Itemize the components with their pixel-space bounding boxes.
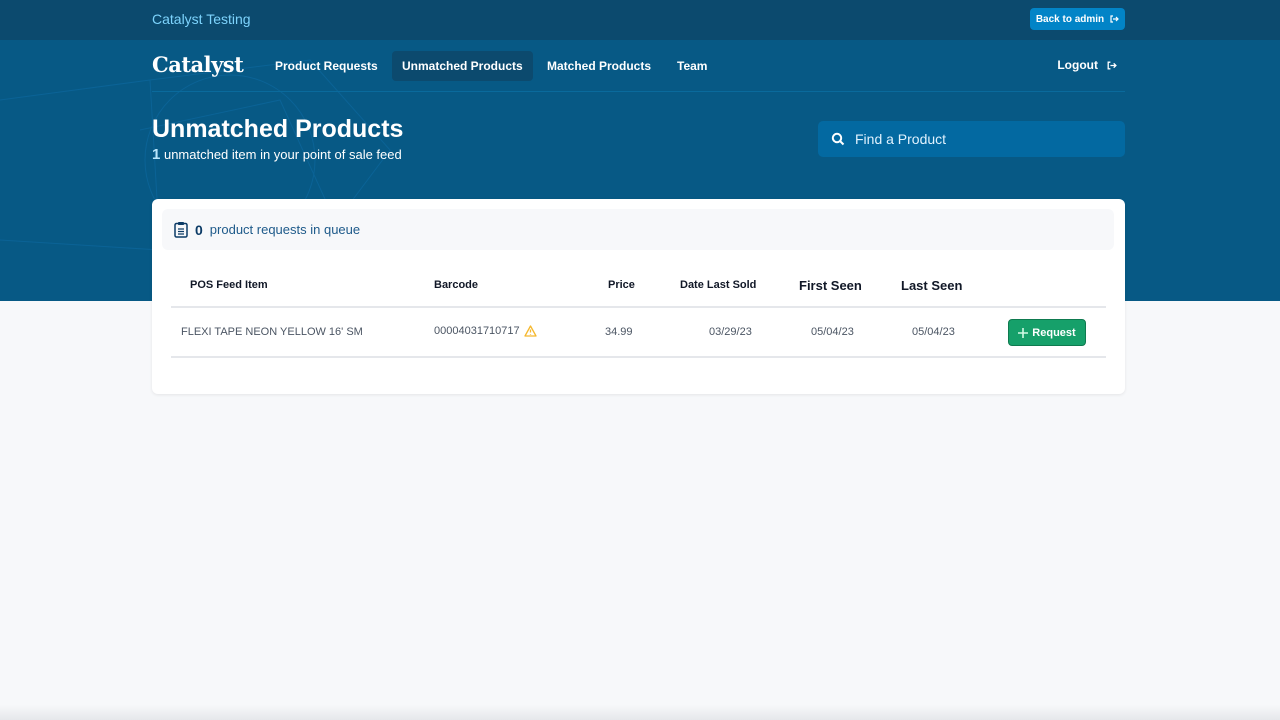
queue-count: 0 — [195, 221, 203, 238]
nav-matched-products[interactable]: Matched Products — [537, 51, 661, 81]
logout-label: Logout — [1057, 58, 1098, 72]
request-button[interactable]: Request — [1008, 319, 1086, 346]
plus-icon — [1018, 327, 1029, 338]
col-first-seen[interactable]: First Seen — [799, 278, 862, 293]
clipboard-icon — [174, 222, 188, 238]
col-date-last-sold[interactable]: Date Last Sold — [680, 279, 756, 291]
nav-unmatched-products[interactable]: Unmatched Products — [392, 51, 533, 81]
warning-triangle-icon — [524, 325, 537, 337]
catalyst-logo[interactable]: Catalyst — [152, 52, 244, 77]
cell-item: FLEXI TAPE NEON YELLOW 16' SM — [181, 326, 363, 338]
cell-first-seen: 05/04/23 — [811, 326, 854, 338]
col-price[interactable]: Price — [608, 279, 635, 291]
search-box[interactable] — [818, 121, 1125, 157]
page-title: Unmatched Products — [152, 115, 404, 143]
page-subtitle: 1 unmatched item in your point of sale f… — [152, 146, 402, 163]
exit-arrow-icon — [1107, 61, 1117, 69]
table-header: POS Feed Item Barcode Price Date Last So… — [171, 270, 1106, 308]
table-row: FLEXI TAPE NEON YELLOW 16' SM 0000403171… — [171, 308, 1106, 358]
organization-name: Catalyst Testing — [152, 11, 251, 27]
request-label: Request — [1032, 326, 1076, 339]
unmatched-count: 1 — [152, 146, 161, 163]
barcode-value: 00004031710717 — [434, 325, 520, 337]
col-last-seen[interactable]: Last Seen — [901, 278, 962, 293]
unmatched-products-card: 0 product requests in queue POS Feed Ite… — [152, 199, 1125, 394]
col-barcode[interactable]: Barcode — [434, 279, 478, 291]
main-navbar: Catalyst Product Requests Unmatched Prod… — [152, 40, 1125, 92]
queue-label: product requests in queue — [209, 222, 361, 237]
back-to-admin-button[interactable]: Back to admin — [1030, 8, 1125, 30]
cell-date-last-sold: 03/29/23 — [709, 326, 752, 338]
nav-team[interactable]: Team — [667, 51, 717, 81]
top-bar: Catalyst Testing Back to admin — [0, 0, 1280, 40]
search-icon — [831, 132, 845, 146]
logout-button[interactable]: Logout — [1057, 58, 1117, 72]
cell-barcode: 00004031710717 — [434, 325, 537, 337]
back-to-admin-label: Back to admin — [1035, 13, 1105, 25]
subtitle-text: unmatched item in your point of sale fee… — [163, 147, 402, 162]
nav-product-requests[interactable]: Product Requests — [265, 51, 388, 81]
queue-banner: 0 product requests in queue — [162, 209, 1114, 250]
page-bottom-shade — [0, 705, 1280, 720]
search-input[interactable] — [855, 131, 1105, 147]
cell-last-seen: 05/04/23 — [912, 326, 955, 338]
exit-arrow-icon — [1110, 15, 1120, 23]
cell-price: 34.99 — [605, 326, 633, 338]
col-pos-feed-item[interactable]: POS Feed Item — [190, 279, 268, 291]
